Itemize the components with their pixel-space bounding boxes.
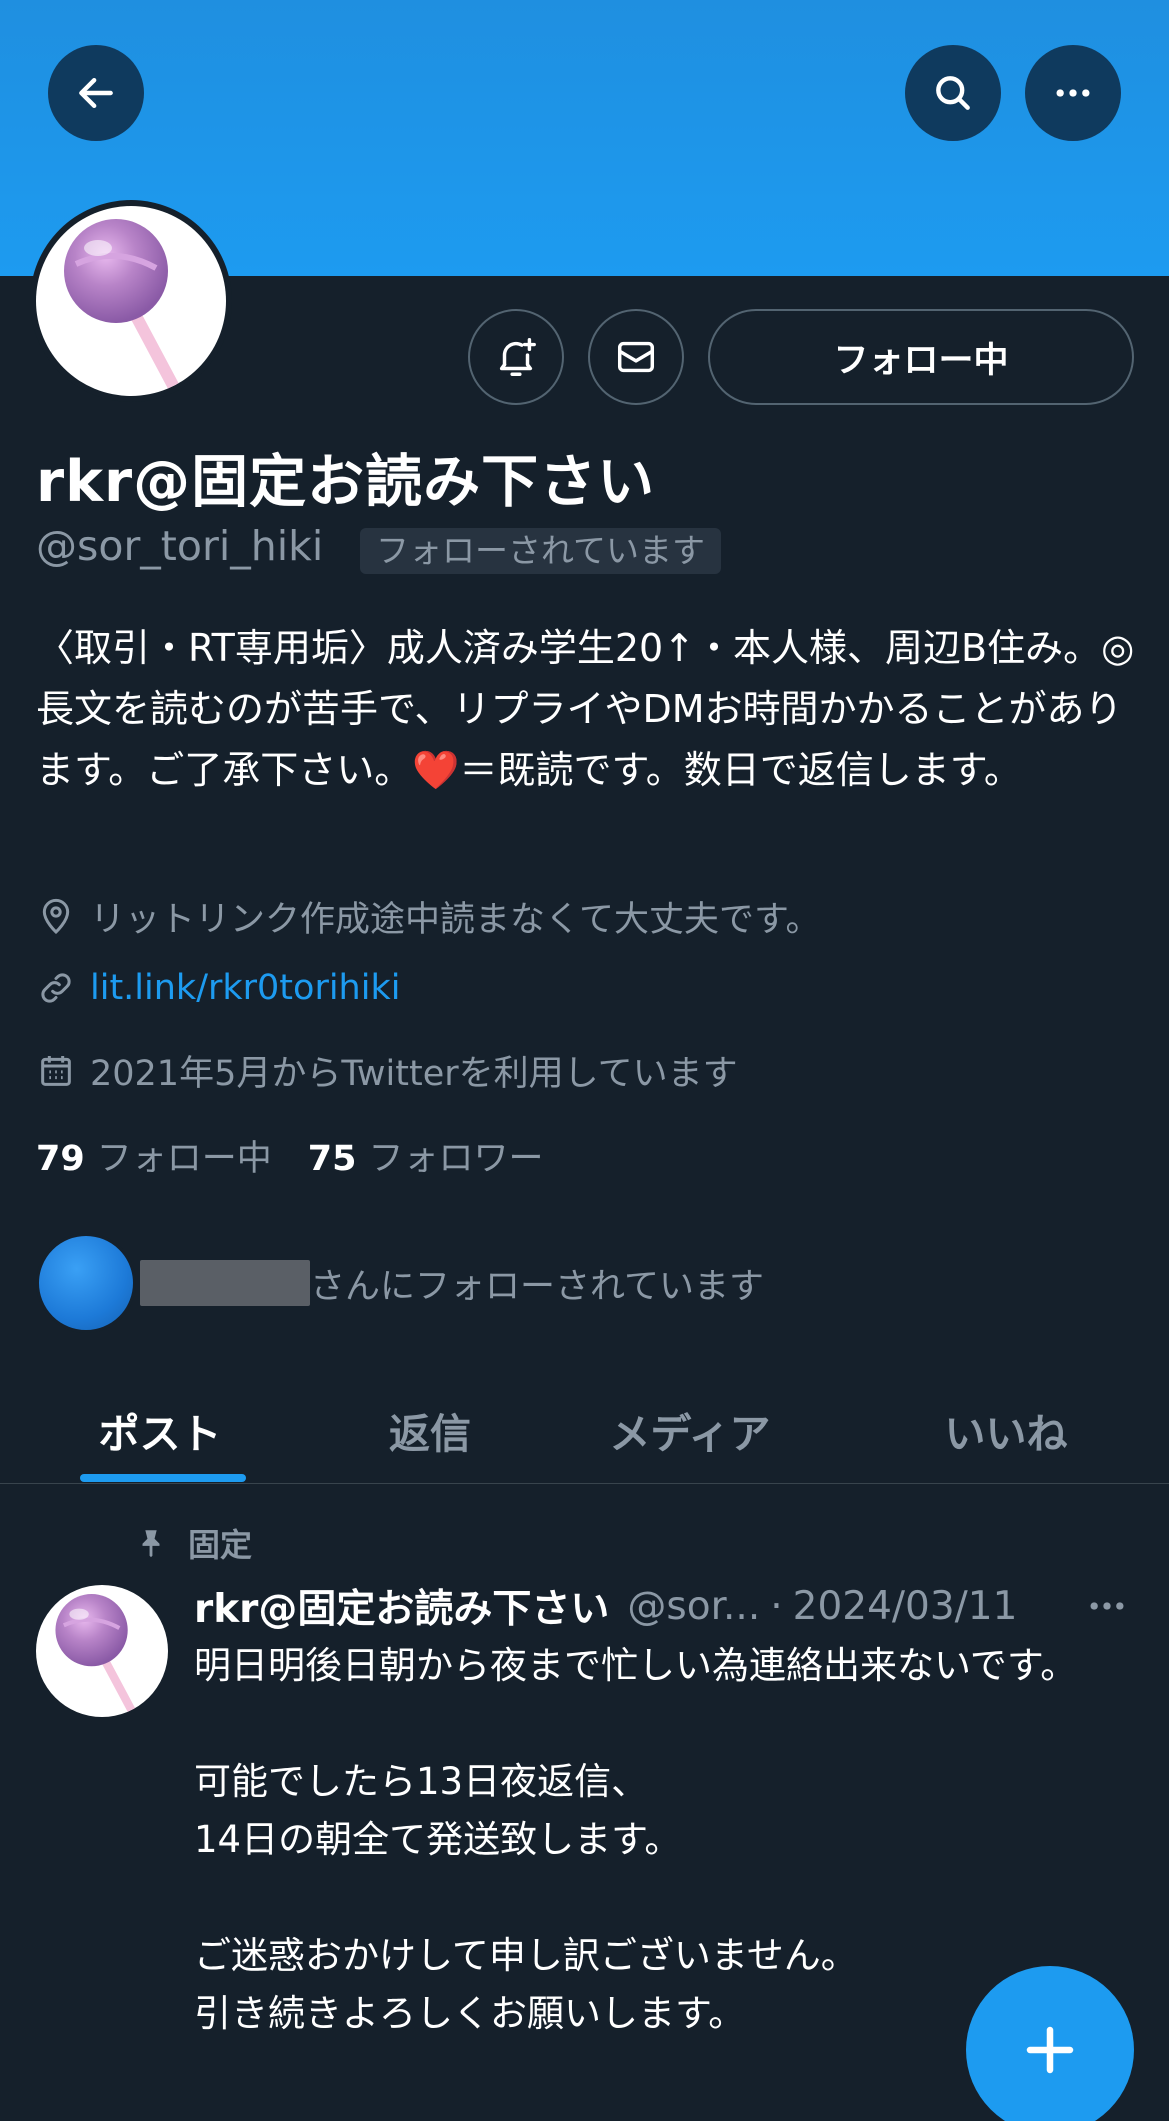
lollipop-icon bbox=[64, 219, 182, 396]
lollipop-icon bbox=[55, 1594, 138, 1717]
follow-counts: 79 フォロー中 75 フォロワー bbox=[36, 1130, 579, 1181]
following-count: 79 bbox=[36, 1139, 85, 1179]
pinned-label: 固定 bbox=[188, 1526, 253, 1564]
tab-posts[interactable]: ポスト bbox=[60, 1376, 260, 1484]
followers-count-link[interactable]: 75 フォロワー bbox=[308, 1130, 544, 1181]
following-label: フォロー中 bbox=[96, 1139, 272, 1179]
redacted-name bbox=[140, 1260, 310, 1306]
more-options-button[interactable] bbox=[1025, 45, 1121, 141]
location-row: リットリンク作成途中読まなくて大丈夫です。 bbox=[36, 891, 820, 942]
follows-you-badge: フォローされています bbox=[360, 528, 722, 574]
message-button[interactable] bbox=[588, 309, 684, 405]
post-author-handle[interactable]: @sor... bbox=[627, 1584, 760, 1629]
following-button[interactable]: フォロー中 bbox=[708, 309, 1134, 405]
followers-count: 75 bbox=[307, 1139, 357, 1179]
active-tab-indicator bbox=[80, 1474, 246, 1482]
tab-media[interactable]: メディア bbox=[580, 1376, 800, 1484]
post-date[interactable]: 2024/03/11 bbox=[793, 1584, 1018, 1629]
profile-link[interactable]: lit.link/rkr0torihiki bbox=[90, 968, 400, 1008]
pinned-label-row: 固定 bbox=[134, 1520, 252, 1566]
more-horizontal-icon bbox=[1056, 89, 1090, 97]
post-more-icon[interactable] bbox=[1084, 1584, 1130, 1628]
location-pin-icon bbox=[42, 898, 70, 934]
back-button[interactable] bbox=[48, 45, 144, 141]
location-text: リットリンク作成途中読まなくて大丈夫です。 bbox=[90, 900, 821, 940]
pin-icon bbox=[142, 1530, 160, 1558]
profile-bio: 〈取引・RT専用垢〉成人済み学生20↑・本人様、周辺B住み。◎長文を読むのが苦手… bbox=[36, 626, 1135, 792]
post-author-name[interactable]: rkr@固定お読み下さい bbox=[194, 1578, 609, 1634]
post-separator: · bbox=[770, 1583, 783, 1629]
profile-tabs: ポスト 返信 メディア いいね bbox=[0, 1376, 1169, 1484]
followed-by-row[interactable]: さんにフォローされています bbox=[36, 1233, 764, 1333]
post-body: 明日明後日朝から夜まで忙しい為連絡出来ないです。 可能でしたら13日夜返信、 1… bbox=[194, 1644, 1078, 2035]
followers-label: フォロワー bbox=[368, 1139, 544, 1179]
post-author-avatar[interactable] bbox=[36, 1585, 168, 1717]
plus-icon bbox=[1026, 2026, 1074, 2074]
bell-plus-icon bbox=[499, 338, 536, 376]
post-header: rkr@固定お読み下さい @sor... · 2024/03/11 bbox=[194, 1578, 1017, 1634]
following-count-link[interactable]: 79 フォロー中 bbox=[36, 1130, 272, 1181]
mail-icon bbox=[617, 341, 655, 373]
display-name: rkr@固定お読み下さい bbox=[36, 449, 656, 515]
arrow-left-icon bbox=[79, 77, 113, 109]
joined-row: 2021年5月からTwitterを利用しています bbox=[36, 1045, 738, 1096]
follower-avatar bbox=[36, 1233, 136, 1333]
link-row: lit.link/rkr0torihiki bbox=[36, 968, 400, 1008]
profile-handle: @sor_tori_hiki bbox=[36, 522, 324, 570]
link-icon bbox=[41, 973, 71, 1003]
tab-replies[interactable]: 返信 bbox=[330, 1376, 530, 1484]
search-button[interactable] bbox=[905, 45, 1001, 141]
search-icon bbox=[936, 76, 970, 110]
tab-likes[interactable]: いいね bbox=[906, 1376, 1106, 1484]
notifications-button[interactable] bbox=[468, 309, 564, 405]
calendar-icon bbox=[41, 1055, 71, 1086]
profile-avatar[interactable] bbox=[30, 200, 232, 402]
profile-page: フォロー中 rkr@固定お読み下さい @sor_tori_hiki フォローされ… bbox=[0, 0, 1169, 2121]
joined-text: 2021年5月からTwitterを利用しています bbox=[90, 1054, 738, 1094]
followed-by-text: さんにフォローされています bbox=[310, 1266, 764, 1307]
compose-post-button[interactable] bbox=[966, 1966, 1134, 2121]
